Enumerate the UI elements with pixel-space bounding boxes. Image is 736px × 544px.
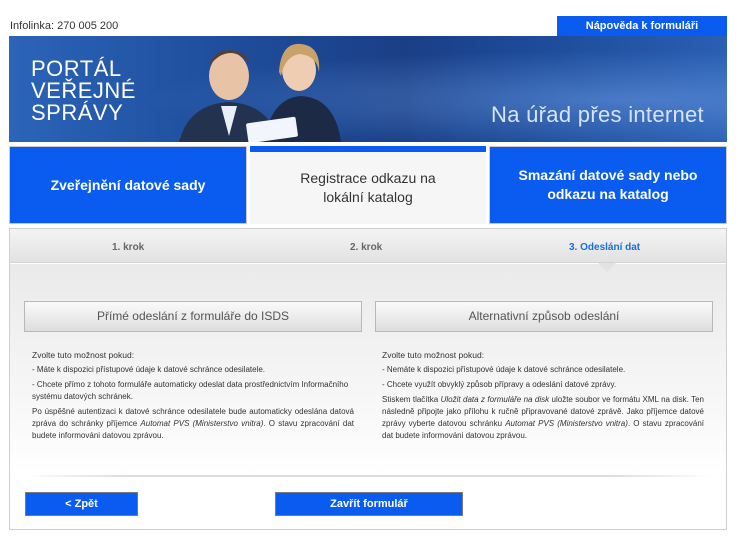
portal-title: PORTÁL VEŘEJNÉ SPRÁVY: [31, 58, 171, 124]
tab-publish-dataset[interactable]: Zveřejnění datové sady: [9, 146, 247, 224]
tab-label: Smazání datové sady nebo odkazu na katal…: [519, 166, 698, 204]
option-paragraph: Po úspěšné autentizaci k datové schránce…: [32, 406, 354, 442]
option-paragraph: Stiskem tlačítka Uložit data z formuláře…: [382, 394, 704, 442]
paragraph-text: Stiskem tlačítka: [382, 395, 441, 404]
form-panel: 1. krok 2. krok 3. Odeslání dat Přímé od…: [9, 228, 727, 530]
help-button[interactable]: Nápověda k formuláři: [557, 16, 727, 36]
tab-label-line: Smazání datové sady nebo: [518, 167, 698, 183]
banner-people-photo: [179, 43, 341, 142]
tab-label-line: Registrace odkazu na: [300, 170, 436, 186]
tab-delete-dataset[interactable]: Smazání datové sady nebo odkazu na katal…: [489, 146, 727, 224]
tab-label: Zveřejnění datové sady: [50, 176, 206, 193]
top-bar: Infolinka: 270 005 200 Nápověda k formul…: [0, 0, 736, 36]
option-bullet: - Chcete využít obvyklý způsob přípravy …: [382, 380, 617, 389]
alternative-send-button[interactable]: Alternativní způsob odeslání: [375, 301, 713, 332]
portal-title-line: SPRÁVY: [31, 100, 124, 125]
portal-title-line: PORTÁL: [31, 56, 122, 81]
option-intro: Zvolte tuto možnost pokud:: [32, 350, 135, 360]
option-bullet: - Máte k dispozici přístupové údaje k da…: [32, 365, 266, 374]
option-intro: Zvolte tuto možnost pokud:: [382, 350, 485, 360]
divider: [24, 475, 712, 477]
tab-register-catalog-link[interactable]: Registrace odkazu na lokální katalog: [250, 146, 486, 224]
step-2: 2. krok: [350, 242, 383, 253]
banner-slogan: Na úřad přes internet: [491, 102, 704, 127]
tab-label: Registrace odkazu na lokální katalog: [300, 169, 435, 207]
paragraph-emphasis: Automat PVS (Ministerstvo vnitra): [140, 419, 264, 428]
direct-send-description: Zvolte tuto možnost pokud: - Máte k disp…: [32, 349, 354, 445]
step-3-active: 3. Odeslání dat: [569, 242, 641, 253]
alternative-send-description: Zvolte tuto možnost pokud: - Nemáte k di…: [382, 349, 704, 445]
infolink-text: Infolinka: 270 005 200: [10, 20, 119, 32]
paragraph-emphasis: Automat PVS (Ministerstvo vnitra): [505, 419, 628, 428]
close-form-button[interactable]: Zavřít formulář: [275, 492, 463, 516]
paragraph-emphasis: Uložit data z formuláře na disk: [440, 395, 550, 404]
option-bullet: - Chcete přímo z tohoto formuláře automa…: [32, 380, 349, 401]
direct-isds-send-button[interactable]: Přímé odeslání z formuláře do ISDS: [24, 301, 362, 332]
active-step-arrow: [598, 263, 616, 272]
portal-banner: PORTÁL VEŘEJNÉ SPRÁVY Na úřad přes inter…: [9, 36, 727, 142]
back-button[interactable]: < Zpět: [25, 492, 138, 516]
step-1: 1. krok: [112, 242, 145, 253]
tab-label-line: odkazu na katalog: [547, 186, 669, 202]
step-indicator: 1. krok 2. krok 3. Odeslání dat: [10, 229, 726, 263]
portal-title-line: VEŘEJNÉ: [31, 78, 136, 103]
tab-label-line: lokální katalog: [323, 189, 413, 205]
option-bullet: - Nemáte k dispozici přístupové údaje k …: [382, 365, 626, 374]
